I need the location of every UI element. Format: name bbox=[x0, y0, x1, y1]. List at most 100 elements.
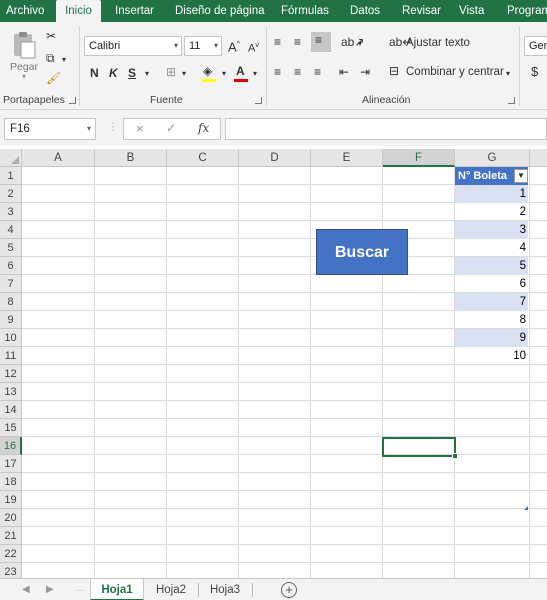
filter-dropdown-icon[interactable]: ▼ bbox=[514, 169, 528, 183]
borders-dropdown-icon[interactable]: ▾ bbox=[182, 66, 186, 82]
align-bottom-icon[interactable]: ≡ bbox=[311, 32, 331, 52]
column-header-d[interactable]: D bbox=[239, 149, 311, 167]
row-header-19[interactable]: 19 bbox=[0, 491, 22, 509]
font-launcher-icon[interactable] bbox=[255, 97, 262, 104]
table-cell[interactable]: 6 bbox=[455, 275, 528, 293]
row-header-8[interactable]: 8 bbox=[0, 293, 22, 311]
row-header-17[interactable]: 17 bbox=[0, 455, 22, 473]
bold-button[interactable]: N bbox=[90, 65, 99, 81]
spreadsheet-grid[interactable]: A B C D E F G 1 2 3 4 5 6 7 8 9 10 11 12… bbox=[0, 149, 547, 578]
row-header-6[interactable]: 6 bbox=[0, 257, 22, 275]
fill-handle[interactable] bbox=[452, 453, 458, 459]
align-center-icon[interactable]: ≡ bbox=[294, 64, 301, 80]
scroll-right-icon[interactable]: ▶ bbox=[46, 579, 54, 600]
align-middle-icon[interactable]: ≡ bbox=[294, 34, 301, 50]
wrap-text-button[interactable]: Ajustar texto bbox=[406, 35, 470, 51]
font-color-icon[interactable]: A bbox=[236, 63, 245, 79]
row-header-9[interactable]: 9 bbox=[0, 311, 22, 329]
buscar-button[interactable]: Buscar bbox=[316, 229, 408, 275]
font-size-select[interactable]: 11 ▾ bbox=[184, 36, 222, 56]
format-painter-icon[interactable]: 🖌 bbox=[46, 70, 61, 86]
sheet-tab-hoja2[interactable]: Hoja2 bbox=[146, 579, 196, 600]
name-box[interactable]: F16 ▾ bbox=[4, 118, 96, 140]
row-header-12[interactable]: 12 bbox=[0, 365, 22, 383]
row-header-5[interactable]: 5 bbox=[0, 239, 22, 257]
shrink-font-button[interactable]: Av bbox=[248, 38, 259, 57]
row-header-22[interactable]: 22 bbox=[0, 545, 22, 563]
row-header-18[interactable]: 18 bbox=[0, 473, 22, 491]
alignment-launcher-icon[interactable] bbox=[508, 97, 515, 104]
tab-datos[interactable]: Datos bbox=[350, 0, 380, 22]
italic-button[interactable]: K bbox=[109, 65, 118, 81]
row-header-3[interactable]: 3 bbox=[0, 203, 22, 221]
tab-formulas[interactable]: Fórmulas bbox=[281, 0, 329, 22]
merge-dropdown-icon[interactable]: ▾ bbox=[506, 66, 510, 82]
clipboard-launcher-icon[interactable] bbox=[69, 97, 76, 104]
align-right-icon[interactable]: ≡ bbox=[314, 64, 321, 80]
table-cell[interactable]: 9 bbox=[455, 329, 528, 347]
orientation-dropdown-icon[interactable]: ▾ bbox=[358, 36, 362, 52]
row-header-2[interactable]: 2 bbox=[0, 185, 22, 203]
tab-archivo[interactable]: Archivo bbox=[6, 0, 44, 22]
decrease-indent-icon[interactable]: ⇤ bbox=[339, 64, 349, 80]
fill-color-icon[interactable]: ◈ bbox=[203, 63, 212, 79]
insert-function-icon[interactable]: fx bbox=[198, 121, 209, 135]
copy-dropdown-icon[interactable]: ▾ bbox=[62, 52, 66, 68]
table-cell[interactable]: 8 bbox=[455, 311, 528, 329]
tab-insertar[interactable]: Insertar bbox=[115, 0, 154, 22]
underline-button[interactable]: S bbox=[128, 65, 136, 81]
row-header-20[interactable]: 20 bbox=[0, 509, 22, 527]
table-cell[interactable]: 3 bbox=[455, 221, 528, 239]
number-format-select[interactable]: Gen bbox=[524, 36, 547, 56]
table-cell[interactable]: 1 bbox=[455, 185, 528, 203]
tab-inicio[interactable]: Inicio bbox=[56, 0, 101, 22]
tab-revisar[interactable]: Revisar bbox=[402, 0, 441, 22]
increase-indent-icon[interactable]: ⇥ bbox=[360, 64, 370, 80]
row-header-16[interactable]: 16 bbox=[0, 437, 22, 455]
column-header-e[interactable]: E bbox=[311, 149, 383, 167]
column-header-h[interactable] bbox=[530, 149, 547, 167]
currency-icon[interactable]: $ bbox=[531, 64, 538, 80]
table-cell[interactable]: 4 bbox=[455, 239, 528, 257]
row-header-13[interactable]: 13 bbox=[0, 383, 22, 401]
row-header-7[interactable]: 7 bbox=[0, 275, 22, 293]
row-header-11[interactable]: 11 bbox=[0, 347, 22, 365]
cancel-icon[interactable]: × bbox=[136, 121, 144, 136]
underline-dropdown-icon[interactable]: ▾ bbox=[145, 66, 149, 82]
column-header-a[interactable]: A bbox=[22, 149, 95, 167]
grow-font-button[interactable]: A^ bbox=[228, 37, 240, 55]
align-top-icon[interactable]: ≡ bbox=[274, 34, 281, 50]
align-left-icon[interactable]: ≡ bbox=[274, 64, 281, 80]
table-cell[interactable]: 2 bbox=[455, 203, 528, 221]
column-header-f[interactable]: F bbox=[383, 149, 455, 167]
select-all-corner[interactable] bbox=[0, 149, 22, 167]
tab-diseno-de-pagina[interactable]: Diseño de página bbox=[175, 0, 265, 22]
row-header-23[interactable]: 23 bbox=[0, 563, 22, 578]
row-header-10[interactable]: 10 bbox=[0, 329, 22, 347]
add-sheet-icon[interactable]: + bbox=[281, 582, 297, 598]
enter-icon[interactable]: ✓ bbox=[166, 121, 176, 135]
row-header-1[interactable]: 1 bbox=[0, 167, 22, 185]
sheet-tab-hoja3[interactable]: Hoja3 bbox=[200, 579, 250, 600]
column-header-g[interactable]: G bbox=[455, 149, 530, 167]
scroll-left-icon[interactable]: ◀ bbox=[22, 579, 30, 600]
tab-vista[interactable]: Vista bbox=[459, 0, 484, 22]
table-resize-handle[interactable] bbox=[524, 506, 528, 510]
row-header-21[interactable]: 21 bbox=[0, 527, 22, 545]
merge-center-button[interactable]: Combinar y centrar bbox=[406, 64, 504, 80]
sheet-tab-hoja1[interactable]: Hoja1 bbox=[90, 579, 144, 600]
cut-icon[interactable]: ✂ bbox=[46, 28, 56, 44]
tab-programador[interactable]: Program bbox=[507, 0, 547, 22]
table-cell[interactable]: 5 bbox=[455, 257, 528, 275]
paste-button[interactable]: Pegar ▾ bbox=[8, 30, 40, 82]
drag-handle-icon[interactable]: ⋮ bbox=[108, 122, 118, 133]
row-header-4[interactable]: 4 bbox=[0, 221, 22, 239]
formula-input[interactable] bbox=[225, 118, 547, 140]
column-header-b[interactable]: B bbox=[95, 149, 167, 167]
row-header-14[interactable]: 14 bbox=[0, 401, 22, 419]
table-cell[interactable]: 7 bbox=[455, 293, 528, 311]
font-color-dropdown-icon[interactable]: ▾ bbox=[253, 66, 257, 82]
copy-icon[interactable]: ⧉ bbox=[46, 50, 55, 66]
more-sheets-icon[interactable]: … bbox=[75, 583, 85, 594]
row-header-15[interactable]: 15 bbox=[0, 419, 22, 437]
